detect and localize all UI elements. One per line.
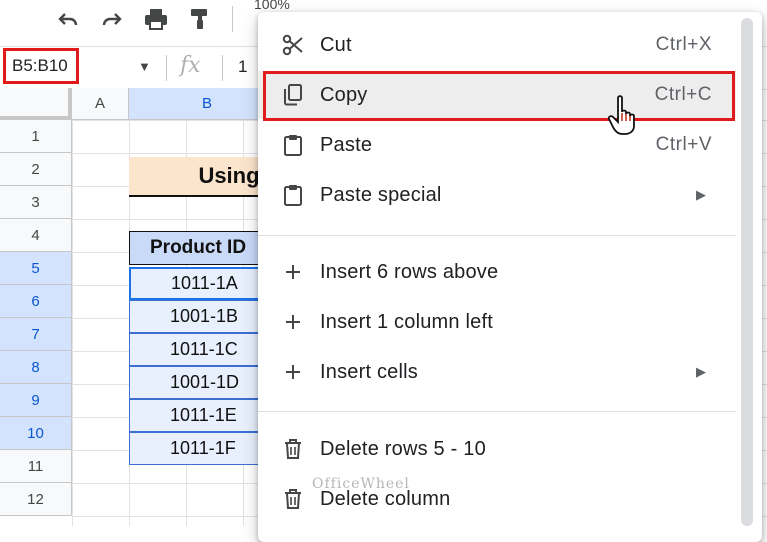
menu-item-shortcut: Ctrl+X bbox=[655, 34, 712, 55]
menu-item-shortcut: Ctrl+C bbox=[654, 84, 712, 105]
paint-format-icon[interactable] bbox=[182, 2, 218, 36]
row-header-10[interactable]: 10 bbox=[0, 417, 72, 450]
menu-item-cut[interactable]: Cut Ctrl+X bbox=[258, 21, 736, 69]
hand-pointer-cursor-icon bbox=[606, 94, 642, 136]
row-header-12[interactable]: 12 bbox=[0, 483, 72, 516]
plus-icon bbox=[280, 248, 306, 296]
row-header-11[interactable]: 11 bbox=[0, 450, 72, 483]
menu-item-label: Paste bbox=[320, 134, 373, 156]
toolbar-separator bbox=[232, 6, 233, 32]
menu-item-label: Cut bbox=[320, 34, 352, 56]
menu-item-label: Insert 1 column left bbox=[320, 311, 493, 333]
formula-separator bbox=[222, 55, 223, 81]
trash-icon bbox=[280, 425, 306, 473]
print-icon[interactable] bbox=[138, 2, 174, 36]
redo-icon[interactable] bbox=[94, 2, 130, 36]
menu-item-label: Copy bbox=[320, 84, 368, 106]
zoom-select[interactable]: 100% bbox=[254, 0, 290, 12]
fx-icon: fx bbox=[180, 53, 201, 78]
data-cell-b7[interactable]: 1011-1C bbox=[129, 333, 269, 366]
menu-item-label: Delete rows 5 - 10 bbox=[320, 438, 486, 460]
row-header-1[interactable]: 1 bbox=[0, 120, 72, 153]
menu-scrollbar[interactable] bbox=[741, 18, 753, 526]
row-header-5[interactable]: 5 bbox=[0, 252, 72, 285]
scissors-icon bbox=[280, 21, 306, 69]
menu-item-label: Insert cells bbox=[320, 361, 418, 383]
row-header-3[interactable]: 3 bbox=[0, 186, 72, 219]
plus-icon bbox=[280, 348, 306, 396]
clipboard-icon bbox=[280, 171, 306, 219]
row-header-8[interactable]: 8 bbox=[0, 351, 72, 384]
menu-item-label: Insert 6 rows above bbox=[320, 261, 499, 283]
undo-icon[interactable] bbox=[50, 2, 86, 36]
copy-icon bbox=[280, 71, 306, 119]
table-header-cell[interactable]: Product ID bbox=[129, 231, 269, 265]
menu-divider bbox=[258, 235, 736, 236]
formula-separator bbox=[166, 55, 167, 81]
data-cell-b10[interactable]: 1011-1F bbox=[129, 432, 269, 465]
menu-item-copy[interactable]: Copy Ctrl+C bbox=[258, 71, 736, 119]
data-cell-b5[interactable]: 1011-1A bbox=[129, 267, 269, 300]
menu-item-label: Paste special bbox=[320, 184, 442, 206]
row-header-6[interactable]: 6 bbox=[0, 285, 72, 318]
clipboard-icon bbox=[280, 121, 306, 169]
data-cell-b9[interactable]: 1011-1E bbox=[129, 399, 269, 432]
watermark-logo: OfficeWheel bbox=[312, 476, 410, 492]
row-header-2[interactable]: 2 bbox=[0, 153, 72, 186]
row-header-4[interactable]: 4 bbox=[0, 219, 72, 252]
menu-item-insert-cells[interactable]: Insert cells ▶ bbox=[258, 348, 736, 396]
column-header-a[interactable]: A bbox=[72, 88, 129, 120]
select-all-corner[interactable] bbox=[0, 88, 72, 120]
submenu-arrow-icon: ▶ bbox=[696, 187, 706, 202]
row-header-9[interactable]: 9 bbox=[0, 384, 72, 417]
menu-item-delete-rows[interactable]: Delete rows 5 - 10 bbox=[258, 425, 736, 473]
name-box-dropdown-icon[interactable]: ▼ bbox=[138, 59, 151, 74]
menu-divider bbox=[258, 411, 736, 412]
menu-item-insert-column-left[interactable]: Insert 1 column left bbox=[258, 298, 736, 346]
name-box[interactable]: B5:B10 bbox=[3, 48, 79, 84]
data-cell-b8[interactable]: 1001-1D bbox=[129, 366, 269, 399]
menu-item-paste[interactable]: Paste Ctrl+V bbox=[258, 121, 736, 169]
context-menu: Cut Ctrl+X Copy Ctrl+C Paste Ctrl+V Past… bbox=[258, 12, 762, 542]
title-cell[interactable]: Using bbox=[129, 157, 269, 197]
menu-item-insert-rows-above[interactable]: Insert 6 rows above bbox=[258, 248, 736, 296]
formula-input[interactable]: 1 bbox=[238, 57, 247, 77]
trash-icon bbox=[280, 475, 306, 523]
submenu-arrow-icon: ▶ bbox=[696, 364, 706, 379]
menu-item-paste-special[interactable]: Paste special ▶ bbox=[258, 171, 736, 219]
row-header-7[interactable]: 7 bbox=[0, 318, 72, 351]
menu-item-shortcut: Ctrl+V bbox=[655, 134, 712, 155]
data-cell-b6[interactable]: 1001-1B bbox=[129, 300, 269, 333]
plus-icon bbox=[280, 298, 306, 346]
